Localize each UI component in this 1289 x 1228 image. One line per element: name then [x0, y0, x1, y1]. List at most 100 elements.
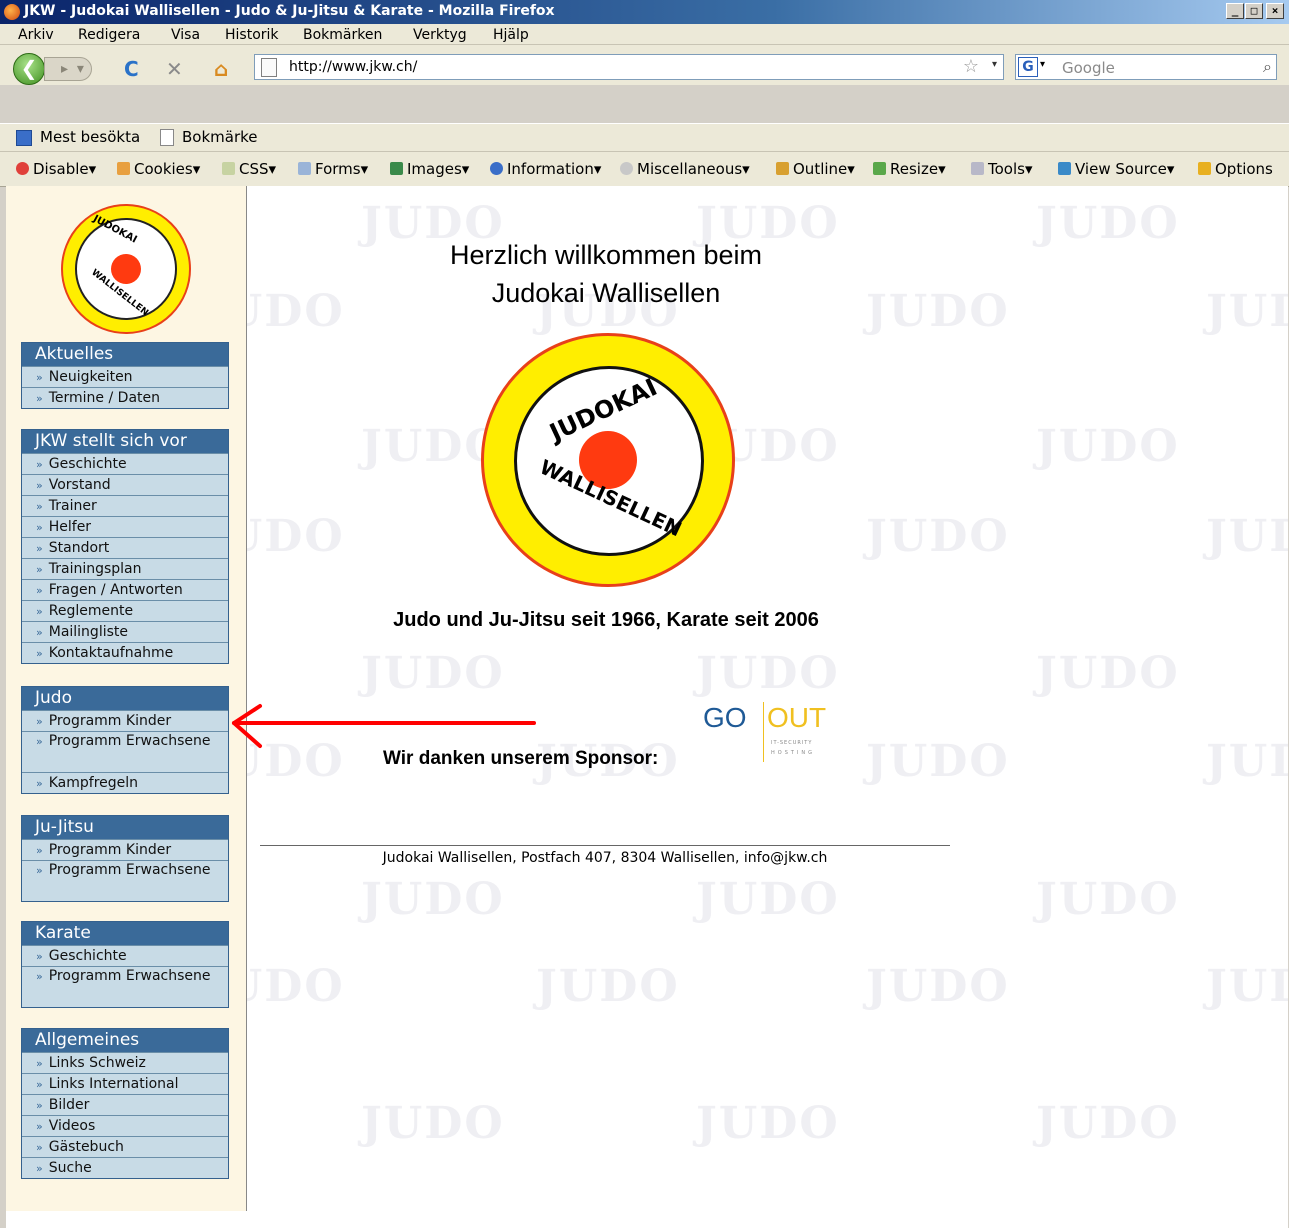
home-icon[interactable]: ⌂: [214, 57, 228, 81]
nav-link-label: Programm Erwachsene: [48, 733, 211, 749]
nav-link[interactable]: » Vorstand: [22, 474, 228, 495]
nav-link[interactable]: » Geschichte: [22, 453, 228, 474]
close-button[interactable]: ×: [1266, 3, 1284, 19]
engine-dropdown-icon[interactable]: ▾: [1040, 59, 1045, 70]
nav-link[interactable]: » Links Schweiz: [22, 1052, 228, 1073]
firefox-icon: [4, 4, 20, 20]
dev-view-source[interactable]: View Source▾: [1058, 160, 1174, 178]
nav-link-label: Suche: [48, 1160, 92, 1176]
dev-images[interactable]: Images▾: [390, 160, 469, 178]
nav-link-label: Programm Kinder: [48, 713, 172, 729]
menu-verktyg[interactable]: Verktyg: [413, 27, 467, 43]
stop-icon[interactable]: ✕: [166, 57, 183, 81]
dev-miscellaneous-label: Miscellaneous: [637, 160, 743, 178]
nav-link[interactable]: » Links International: [22, 1073, 228, 1094]
watermark-judo: JUDO: [866, 961, 1010, 1012]
dev-outline[interactable]: Outline▾: [776, 160, 855, 178]
nav-bullet-icon: »: [36, 777, 43, 790]
red-arrow: [232, 704, 536, 748]
sponsor-logo-out: OUT: [767, 702, 827, 733]
nav-bullet-icon: »: [36, 1057, 43, 1070]
nav-link-label: Vorstand: [48, 477, 111, 493]
watermark-judo: JUDO: [696, 648, 840, 699]
nav-bullet-icon: »: [36, 844, 43, 857]
nav-bullet-icon: »: [36, 1099, 43, 1112]
maximize-button[interactable]: □: [1245, 3, 1263, 19]
nav-link[interactable]: » Suche: [22, 1157, 228, 1178]
nav-link-label: Links Schweiz: [48, 1055, 146, 1071]
nav-link-label: Bilder: [48, 1097, 90, 1113]
outline-icon: [776, 162, 789, 175]
sponsor-logo[interactable]: GO OUT IT-SECURITY HOSTING: [701, 700, 831, 766]
nav-link-label: Standort: [48, 540, 110, 556]
nav-link[interactable]: » Kontaktaufnahme: [22, 642, 228, 663]
nav-bullet-icon: »: [36, 1078, 43, 1091]
dev-options[interactable]: Options: [1198, 160, 1273, 178]
nav-link[interactable]: » Bilder: [22, 1094, 228, 1115]
welcome-line-1: Herzlich willkommen beim: [449, 240, 763, 270]
nav-link[interactable]: » Programm Erwachsene: [22, 860, 228, 901]
nav-link[interactable]: » Termine / Daten: [22, 387, 228, 408]
dev-disable-label: Disable: [33, 160, 89, 178]
watermark-judo: JUDO: [1036, 648, 1180, 699]
menu-redigera[interactable]: Redigera: [78, 27, 140, 43]
watermark-judo: JUDO: [1036, 1098, 1180, 1149]
nav-link[interactable]: » Trainer: [22, 495, 228, 516]
disable-icon: [16, 162, 29, 175]
information-icon: [490, 162, 503, 175]
nav-link-label: Links International: [48, 1076, 179, 1092]
nav-link[interactable]: » Fragen / Antworten: [22, 579, 228, 600]
nav-link[interactable]: » Programm Erwachsene: [22, 966, 228, 1007]
nav-link[interactable]: » Videos: [22, 1115, 228, 1136]
nav-section-ju-jitsu: Ju-Jitsu » Programm Kinder » Programm Erwach…: [21, 815, 229, 902]
watermark-judo: JUDO: [1036, 198, 1180, 249]
nav-bullet-icon: »: [36, 458, 43, 471]
url-bar[interactable]: http://www.jkw.ch/ ☆ ▾: [254, 54, 1004, 80]
google-engine-icon[interactable]: G: [1018, 57, 1038, 77]
bookmark-star-icon[interactable]: ☆: [963, 56, 979, 77]
nav-link[interactable]: » Reglemente: [22, 600, 228, 621]
dev-forms[interactable]: Forms▾: [298, 160, 368, 178]
menu-arkiv[interactable]: Arkiv: [18, 27, 54, 43]
reload-icon[interactable]: C: [124, 57, 139, 81]
dev-cookies[interactable]: Cookies▾: [117, 160, 200, 178]
dev-information[interactable]: Information▾: [490, 160, 601, 178]
sidebar-logo[interactable]: JUDOKAI WALLISELLEN: [61, 204, 191, 334]
forward-button[interactable]: ▸ ▾: [44, 57, 92, 81]
back-button[interactable]: ❮: [13, 53, 45, 85]
bookmark-most-visited[interactable]: Mest besökta: [40, 128, 140, 146]
search-bar[interactable]: G ▾ Google ⌕: [1015, 54, 1277, 80]
dev-miscellaneous[interactable]: Miscellaneous▾: [620, 160, 750, 178]
url-dropdown-icon[interactable]: ▾: [992, 59, 997, 70]
nav-link[interactable]: » Programm Kinder: [22, 710, 228, 731]
menu-historik[interactable]: Historik: [225, 27, 279, 43]
url-text[interactable]: http://www.jkw.ch/: [289, 59, 417, 75]
dev-tools[interactable]: Tools▾: [971, 160, 1032, 178]
minimize-button[interactable]: _: [1226, 3, 1244, 19]
nav-link[interactable]: » Gästebuch: [22, 1136, 228, 1157]
search-placeholder[interactable]: Google: [1062, 59, 1115, 77]
dev-resize[interactable]: Resize▾: [873, 160, 946, 178]
nav-link[interactable]: » Trainingsplan: [22, 558, 228, 579]
dev-css[interactable]: CSS▾: [222, 160, 276, 178]
nav-link[interactable]: » Helfer: [22, 516, 228, 537]
nav-link[interactable]: » Mailingliste: [22, 621, 228, 642]
nav-link[interactable]: » Programm Erwachsene: [22, 731, 228, 772]
nav-link[interactable]: » Neuigkeiten: [22, 366, 228, 387]
search-icon[interactable]: ⌕: [1263, 57, 1272, 77]
dev-disable[interactable]: Disable▾: [16, 160, 96, 178]
bookmarks-toolbar: Mest besökta Bokmärke: [0, 123, 1289, 151]
nav-link[interactable]: » Geschichte: [22, 945, 228, 966]
bookmark-item[interactable]: Bokmärke: [182, 128, 258, 146]
nav-link[interactable]: » Programm Kinder: [22, 839, 228, 860]
nav-link-label: Neuigkeiten: [48, 369, 133, 385]
nav-link[interactable]: » Standort: [22, 537, 228, 558]
nav-link-label: Programm Kinder: [48, 842, 172, 858]
nav-bullet-icon: »: [36, 735, 43, 748]
menu-hjalp[interactable]: Hjälp: [493, 27, 529, 43]
menu-visa[interactable]: Visa: [171, 27, 200, 43]
nav-section-title: Aktuelles: [22, 343, 228, 366]
nav-link[interactable]: » Kampfregeln: [22, 772, 228, 793]
menu-bokmarken[interactable]: Bokmärken: [303, 27, 382, 43]
nav-section-title: Ju-Jitsu: [22, 816, 228, 839]
